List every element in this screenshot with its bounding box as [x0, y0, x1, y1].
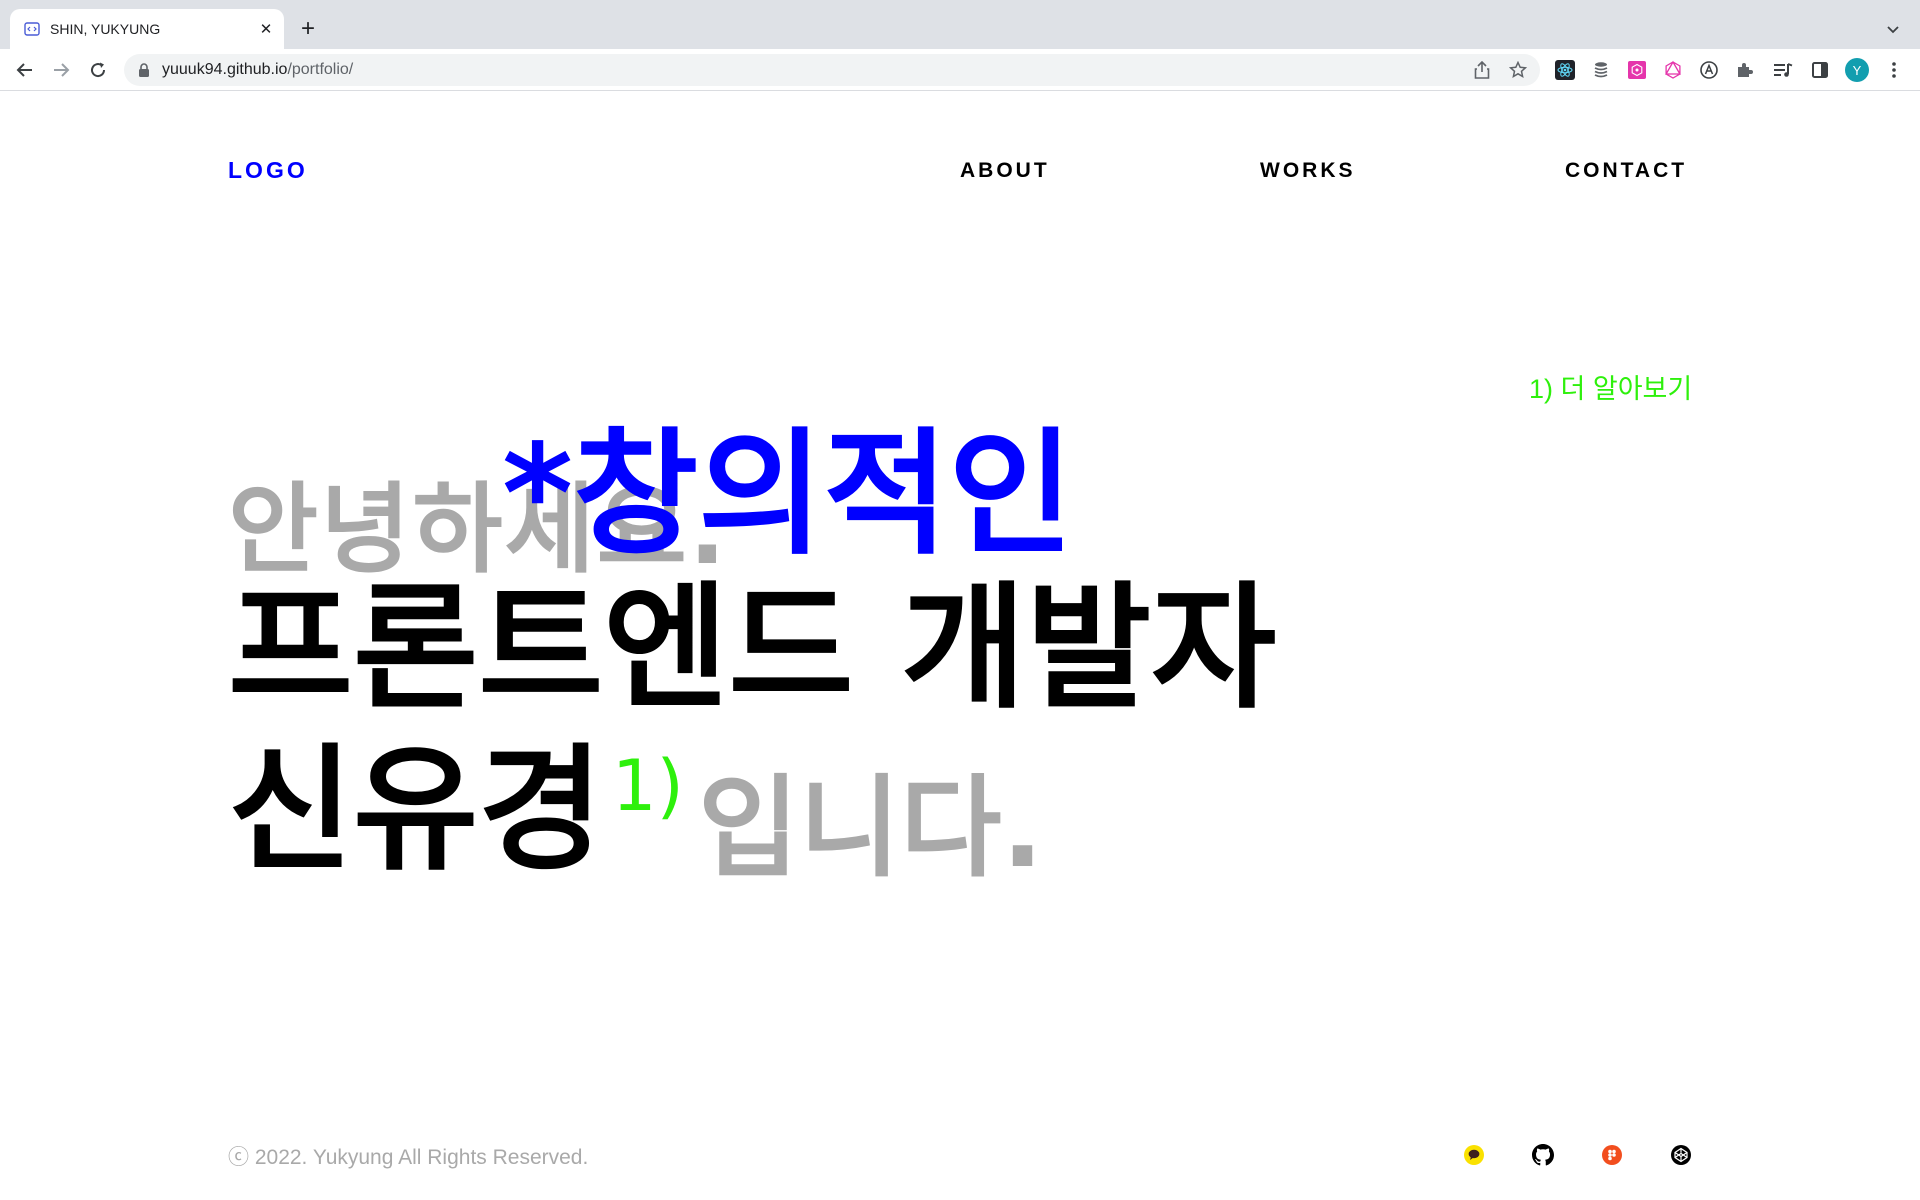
nav-works[interactable]: WORKS — [1260, 159, 1356, 183]
extensions-puzzle-icon[interactable] — [1734, 59, 1756, 81]
site-logo[interactable]: LOGO — [228, 157, 308, 184]
lock-icon — [138, 63, 150, 77]
url-path: /portfolio/ — [287, 61, 354, 78]
reading-list-icon[interactable] — [1772, 59, 1794, 81]
tab-title: SHIN, YUKYUNG — [50, 21, 161, 37]
portfolio-page: LOGO ABOUT WORKS CONTACT 1) 더 알아보기 안녕하세요… — [0, 91, 1920, 1200]
profile-avatar[interactable]: Y — [1845, 58, 1869, 82]
learn-more-link[interactable]: 1) 더 알아보기 — [1529, 367, 1692, 406]
bookmark-star-icon[interactable] — [1508, 60, 1528, 80]
url-host: yuuuk94.github.io — [162, 61, 288, 78]
graphql-icon[interactable] — [1662, 59, 1684, 81]
github-icon[interactable] — [1531, 1143, 1555, 1167]
database-stack-icon[interactable] — [1590, 59, 1612, 81]
hero-ending: 입니다. — [698, 764, 1044, 892]
kakaotalk-icon[interactable] — [1462, 1143, 1486, 1167]
code-favicon-icon — [24, 21, 40, 37]
side-panel-icon[interactable] — [1809, 59, 1831, 81]
chevron-down-icon[interactable] — [1882, 18, 1904, 40]
new-tab-icon[interactable]: + — [295, 16, 321, 42]
footer-copyright: ⓒ 2022. Yukyung All Rights Reserved. — [228, 1146, 589, 1169]
codepen-icon[interactable] — [1669, 1143, 1693, 1167]
apollo-icon[interactable] — [1698, 59, 1720, 81]
nav-about[interactable]: ABOUT — [960, 159, 1050, 183]
nav-contact[interactable]: CONTACT — [1565, 159, 1687, 183]
forward-arrow-icon[interactable] — [48, 57, 74, 83]
browser-tab-strip: SHIN, YUKYUNG ✕ + — [0, 0, 1920, 49]
hero-highlight: *창의적인 — [502, 416, 1074, 574]
close-tab-icon[interactable]: ✕ — [255, 18, 277, 40]
hero-note-marker: 1) — [612, 745, 684, 827]
hero-name: 신유경 — [228, 732, 604, 890]
address-bar[interactable]: yuuuk94.github.io/portfolio/ — [124, 54, 1540, 86]
hero-role: 프론트엔드 개발자 — [228, 570, 1277, 728]
browser-tab[interactable]: SHIN, YUKYUNG ✕ — [10, 9, 284, 49]
browser-toolbar: yuuuk94.github.io/portfolio/ Y — [0, 49, 1920, 91]
reload-icon[interactable] — [85, 57, 111, 83]
share-icon[interactable] — [1472, 60, 1492, 80]
url-text: yuuuk94.github.io/portfolio/ — [162, 61, 353, 79]
back-arrow-icon[interactable] — [12, 57, 38, 83]
graphql-extension-icon[interactable] — [1626, 59, 1648, 81]
react-devtools-icon[interactable] — [1554, 59, 1576, 81]
menu-kebab-icon[interactable] — [1883, 59, 1905, 81]
figma-icon[interactable] — [1600, 1143, 1624, 1167]
